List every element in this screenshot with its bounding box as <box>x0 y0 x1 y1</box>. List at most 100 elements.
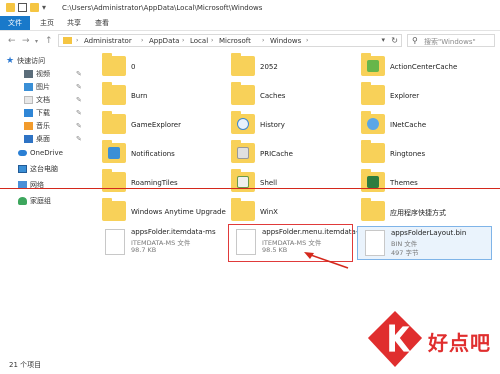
recent-locations-icon[interactable]: ▾ <box>35 38 38 45</box>
file-name: GameExplorer <box>131 121 181 129</box>
list-item[interactable]: Explorer <box>357 82 492 107</box>
sidebar-item-pictures[interactable]: 图片 <box>24 81 50 93</box>
breadcrumb-separator[interactable]: › <box>76 37 78 44</box>
sidebar-item-onedrive[interactable]: OneDrive <box>18 147 63 159</box>
file-name: INetCache <box>390 121 427 129</box>
pin-icon[interactable]: ✎ <box>76 83 82 91</box>
file-name: Notifications <box>131 150 175 158</box>
list-item[interactable]: Ringtones <box>357 140 492 165</box>
pin-icon[interactable]: ✎ <box>76 109 82 117</box>
folder-icon <box>231 198 255 221</box>
breadcrumb-separator[interactable]: › <box>306 37 308 44</box>
folder-icon <box>231 53 255 76</box>
tab-share[interactable]: 共享 <box>67 16 81 30</box>
ribbon-tabs: 文件 主页 共享 查看 <box>0 16 500 31</box>
refresh-icon[interactable]: ↻ <box>391 36 398 45</box>
new-folder-icon[interactable] <box>30 3 39 12</box>
item-count: 21 个项目 <box>9 361 42 369</box>
list-item[interactable]: ActionCenterCache <box>357 53 492 78</box>
address-bar[interactable]: › Administrator › AppData › Local › Micr… <box>58 34 402 47</box>
tab-home[interactable]: 主页 <box>40 16 54 30</box>
folder-icon <box>361 53 385 76</box>
themes-folder-icon <box>367 176 379 188</box>
up-arrow-icon[interactable]: ↑ <box>45 36 53 46</box>
breadcrumb-local[interactable]: Local <box>190 37 208 45</box>
file-name: 2052 <box>260 63 278 71</box>
sidebar-item-label: OneDrive <box>30 149 63 157</box>
list-item[interactable]: Windows Anytime Upgrade <box>98 198 226 223</box>
file-name: 0 <box>131 63 136 71</box>
breadcrumb-appdata[interactable]: AppData <box>149 37 179 45</box>
list-item[interactable]: PRICache <box>227 140 352 165</box>
list-item[interactable]: appsFolder.itemdata-ms ITEMDATA-MS 文件 98… <box>98 226 223 260</box>
sidebar-item-label: 图片 <box>36 83 50 91</box>
list-item[interactable]: appsFolderLayout.bin BIN 文件 497 字节 <box>357 226 492 260</box>
breadcrumb-separator[interactable]: › <box>262 37 264 44</box>
folder-icon <box>361 198 385 221</box>
forward-arrow-icon[interactable]: → <box>22 36 30 46</box>
breadcrumb-windows[interactable]: Windows <box>270 37 301 45</box>
file-icon <box>365 230 385 256</box>
pin-icon[interactable]: ✎ <box>76 96 82 104</box>
breadcrumb-separator[interactable]: › <box>141 37 143 44</box>
internet-cache-icon <box>367 118 379 130</box>
pin-icon[interactable]: ✎ <box>76 135 82 143</box>
tab-view[interactable]: 查看 <box>95 16 109 30</box>
list-item[interactable]: 2052 <box>227 53 352 78</box>
file-name: 应用程序快捷方式 <box>390 209 446 217</box>
folder-icon <box>231 82 255 105</box>
sidebar-item-network[interactable]: 网络 <box>18 179 44 191</box>
list-item[interactable]: History <box>227 111 352 136</box>
file-name: WinX <box>260 208 278 216</box>
music-folder-icon <box>24 122 33 130</box>
sidebar-item-documents[interactable]: 文档 <box>24 94 50 106</box>
address-row: ← → ▾ ↑ › Administrator › AppData › Loca… <box>0 31 500 50</box>
file-name: Shell <box>260 179 278 187</box>
sidebar-item-downloads[interactable]: 下载 <box>24 107 50 119</box>
breadcrumb-separator[interactable]: › <box>182 37 184 44</box>
file-name: Explorer <box>390 92 420 100</box>
list-item[interactable]: RoamingTiles <box>98 169 223 194</box>
tab-file[interactable]: 文件 <box>0 16 30 30</box>
sidebar-item-this-pc[interactable]: 这台电脑 <box>18 163 58 175</box>
chevron-down-icon[interactable]: ▾ <box>42 3 51 12</box>
window-title: C:\Users\Administrator\AppData\Local\Mic… <box>62 4 263 12</box>
list-item[interactable]: Notifications <box>98 140 223 165</box>
search-placeholder: 搜索"Windows" <box>424 38 476 46</box>
file-name: Windows Anytime Upgrade <box>131 208 226 216</box>
pin-icon[interactable]: ✎ <box>76 70 82 78</box>
file-size: 98.7 KB <box>131 246 157 254</box>
folder-icon <box>102 53 126 76</box>
sidebar-item-desktop[interactable]: 桌面 <box>24 133 50 145</box>
list-item[interactable]: Themes <box>357 169 492 194</box>
breadcrumb-microsoft[interactable]: Microsoft <box>219 37 251 45</box>
sidebar-item-label: 这台电脑 <box>30 165 58 173</box>
list-item[interactable]: GameExplorer <box>98 111 223 136</box>
list-item[interactable]: Caches <box>227 82 352 107</box>
sidebar-item-quick-access[interactable]: ★ 快速访问 <box>6 55 45 67</box>
title-bar: ▾ C:\Users\Administrator\AppData\Local\M… <box>0 0 500 16</box>
back-arrow-icon[interactable]: ← <box>8 36 16 46</box>
breadcrumb-administrator[interactable]: Administrator <box>84 37 132 45</box>
file-name: RoamingTiles <box>131 179 178 187</box>
search-input[interactable]: ⚲ 搜索"Windows" <box>407 34 495 47</box>
pin-icon[interactable]: ✎ <box>76 122 82 130</box>
cloud-icon <box>18 150 27 156</box>
breadcrumb-separator[interactable]: › <box>211 37 213 44</box>
sidebar-item-music[interactable]: 音乐 <box>24 120 50 132</box>
list-item[interactable]: Shell <box>227 169 352 194</box>
list-item[interactable]: WinX <box>227 198 352 223</box>
properties-icon[interactable] <box>18 3 27 12</box>
sidebar-item-homegroup[interactable]: 家庭组 <box>18 195 51 207</box>
list-item[interactable]: 0 <box>98 53 223 78</box>
folder-icon <box>361 169 385 192</box>
sidebar-item-label: 视频 <box>36 70 50 78</box>
chevron-down-icon[interactable]: ▾ <box>381 36 385 44</box>
list-item[interactable]: Burn <box>98 82 223 107</box>
computer-icon <box>18 165 27 173</box>
sidebar-item-videos[interactable]: 视频 <box>24 68 50 80</box>
annotation-line <box>0 188 500 189</box>
list-item[interactable]: 应用程序快捷方式 <box>357 198 492 223</box>
file-name: appsFolder.itemdata-ms <box>131 228 216 236</box>
list-item[interactable]: INetCache <box>357 111 492 136</box>
